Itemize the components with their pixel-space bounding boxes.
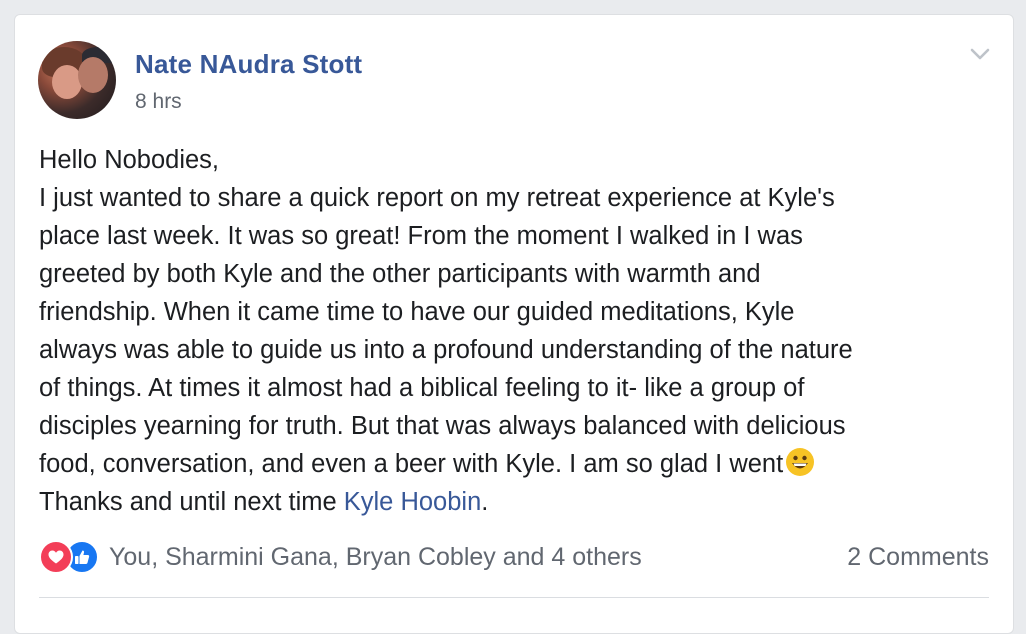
post-line-4: friendship. When it came time to have ou… xyxy=(39,298,795,326)
reactions-names[interactable]: You, Sharmini Gana, Bryan Cobley and 4 o… xyxy=(109,543,642,572)
post-timestamp[interactable]: 8 hrs xyxy=(135,90,182,114)
post-line-5: always was able to guide us into a profo… xyxy=(39,336,853,364)
avatar-face-right xyxy=(78,57,108,93)
comments-count[interactable]: 2 Comments xyxy=(847,543,989,572)
post-line-3: greeted by both Kyle and the other parti… xyxy=(39,260,761,288)
post-line-8: food, conversation, and even a beer with… xyxy=(39,445,999,483)
chevron-down-icon[interactable] xyxy=(969,43,991,65)
mention-link[interactable]: Kyle Hoobin xyxy=(344,488,482,516)
reactions-summary[interactable]: You, Sharmini Gana, Bryan Cobley and 4 o… xyxy=(39,540,642,574)
grinning-face-icon xyxy=(785,447,815,477)
post-line-8-text: food, conversation, and even a beer with… xyxy=(39,450,784,478)
author-name[interactable]: Nate NAudra Stott xyxy=(135,49,362,80)
closing-text: Thanks and until next time xyxy=(39,488,344,516)
post-line-7: disciples yearning for truth. But that w… xyxy=(39,412,846,440)
footer-divider xyxy=(39,597,989,598)
post-line-1: I just wanted to share a quick report on… xyxy=(39,184,835,212)
post-line-6: of things. At times it almost had a bibl… xyxy=(39,374,805,402)
post-line-2: place last week. It was so great! From t… xyxy=(39,222,803,250)
post-line-9: Thanks and until next time Kyle Hoobin. xyxy=(39,483,999,521)
closing-period: . xyxy=(481,488,489,516)
post-greeting: Hello Nobodies, xyxy=(39,146,220,174)
heart-icon xyxy=(39,540,73,574)
author-avatar[interactable] xyxy=(38,41,116,119)
post-card: Nate NAudra Stott 8 hrs Hello Nobodies, … xyxy=(14,14,1014,634)
post-body: Hello Nobodies, I just wanted to share a… xyxy=(39,141,999,521)
